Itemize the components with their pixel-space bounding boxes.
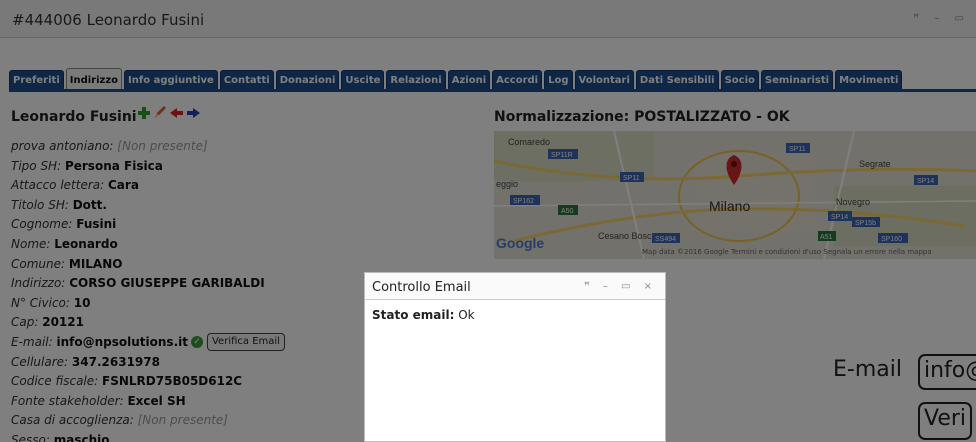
dialog-body: Stato email: Ok bbox=[365, 300, 665, 330]
email-check-dialog: Controllo Email ꟸ – ▭ × Stato email: Ok bbox=[364, 272, 666, 442]
dialog-title: Controllo Email bbox=[372, 280, 471, 295]
email-status-value: Ok bbox=[458, 308, 475, 322]
dialog-header: Controllo Email ꟸ – ▭ × bbox=[365, 273, 665, 300]
email-status-label: Stato email: bbox=[372, 308, 455, 322]
dialog-controls[interactable]: ꟸ – ▭ × bbox=[584, 281, 657, 292]
